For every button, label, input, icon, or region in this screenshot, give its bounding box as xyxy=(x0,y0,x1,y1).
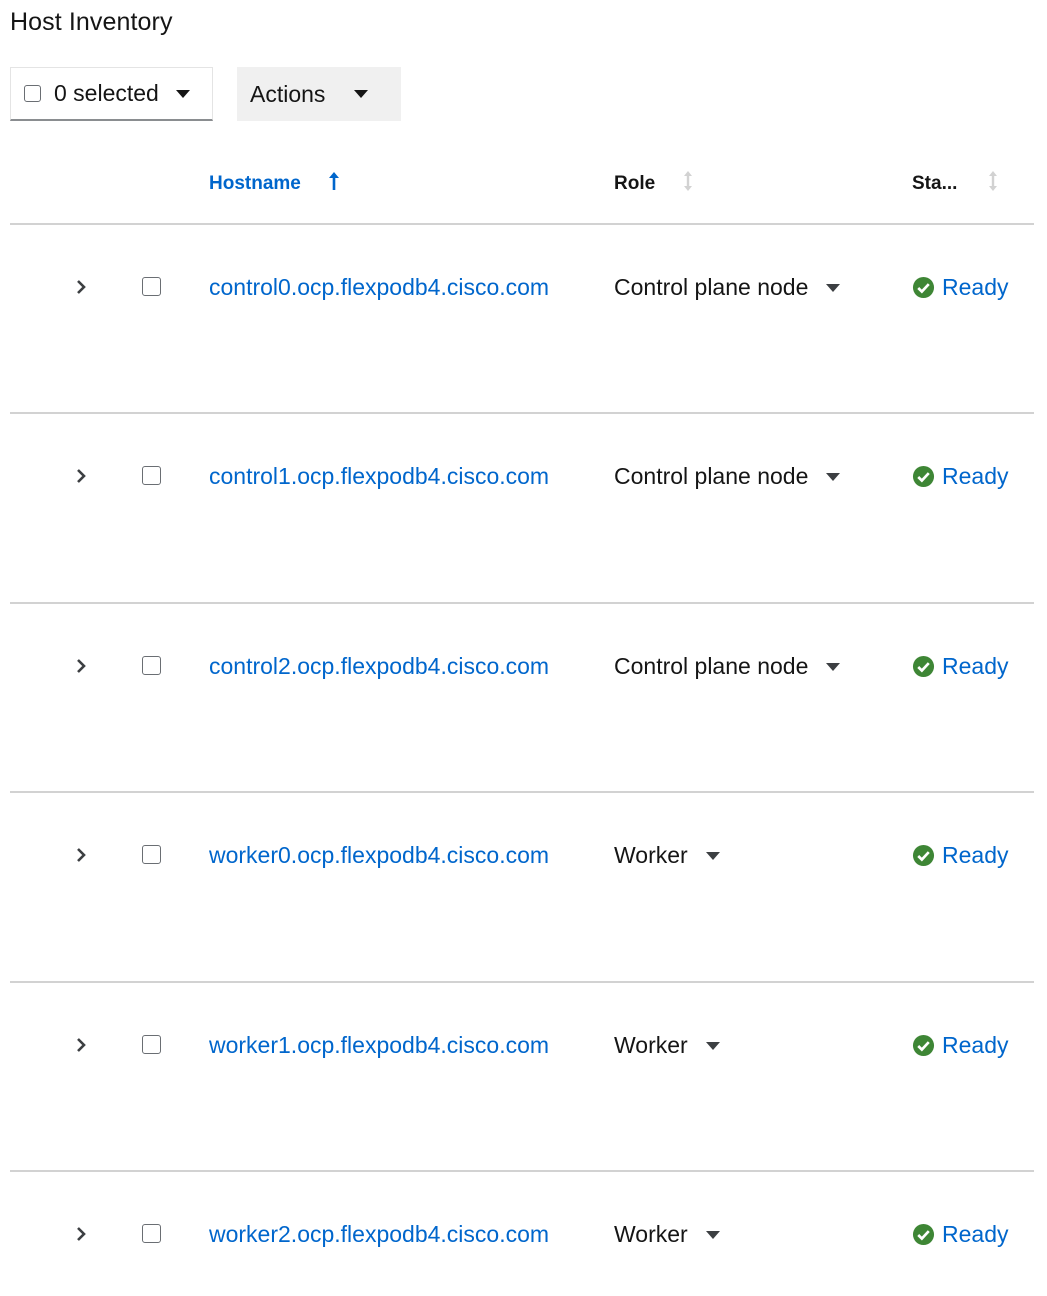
table-row: control1.ocp.flexpodb4.cisco.com Control… xyxy=(0,456,1047,496)
bulk-select-dropdown[interactable]: 0 selected xyxy=(10,67,213,121)
caret-down-icon xyxy=(826,662,841,671)
status-text: Ready xyxy=(942,463,1009,489)
column-header-role-label: Role xyxy=(614,173,656,194)
status-text: Ready xyxy=(942,1032,1009,1058)
caret-down-icon xyxy=(705,1041,720,1050)
bulk-select-label: 0 selected xyxy=(54,80,159,106)
chevron-right-icon[interactable] xyxy=(73,277,89,297)
table-divider xyxy=(10,602,1034,604)
column-header-status-label: Sta... xyxy=(912,173,958,194)
hostname-link[interactable]: worker1.ocp.flexpodb4.cisco.com xyxy=(209,1032,549,1059)
table-divider xyxy=(10,223,1034,225)
status-ready[interactable]: Ready xyxy=(912,653,1008,680)
select-all-checkbox[interactable] xyxy=(24,85,41,102)
chevron-right-icon[interactable] xyxy=(73,1035,89,1055)
column-header-hostname[interactable]: Hostname xyxy=(209,172,340,196)
caret-down-icon xyxy=(705,851,720,860)
status-text: Ready xyxy=(942,1221,1009,1247)
chevron-right-icon[interactable] xyxy=(73,656,89,676)
hostname-link[interactable]: worker2.ocp.flexpodb4.cisco.com xyxy=(209,1221,549,1248)
role-dropdown[interactable]: Control plane node xyxy=(614,274,841,301)
role-label: Worker xyxy=(614,1221,688,1247)
table-row: worker1.ocp.flexpodb4.cisco.com Worker R… xyxy=(0,1025,1047,1065)
actions-dropdown-button[interactable]: Actions xyxy=(237,67,401,121)
status-ready[interactable]: Ready xyxy=(912,842,1008,869)
role-label: Worker xyxy=(614,842,688,868)
row-checkbox[interactable] xyxy=(142,277,161,296)
row-checkbox[interactable] xyxy=(142,1224,161,1243)
role-dropdown[interactable]: Worker xyxy=(614,1221,720,1248)
hostname-link[interactable]: worker0.ocp.flexpodb4.cisco.com xyxy=(209,842,549,869)
actions-label: Actions xyxy=(250,80,326,107)
table-row: worker0.ocp.flexpodb4.cisco.com Worker R… xyxy=(0,835,1047,875)
role-dropdown[interactable]: Worker xyxy=(614,1032,720,1059)
table-divider xyxy=(10,791,1034,793)
role-label: Control plane node xyxy=(614,463,809,489)
caret-down-icon[interactable] xyxy=(175,89,190,98)
column-header-hostname-label: Hostname xyxy=(209,173,301,194)
chevron-right-icon[interactable] xyxy=(73,845,89,865)
role-dropdown[interactable]: Control plane node xyxy=(614,463,841,490)
table-row: control2.ocp.flexpodb4.cisco.com Control… xyxy=(0,646,1047,686)
check-circle-icon xyxy=(912,465,935,488)
role-dropdown[interactable]: Control plane node xyxy=(614,653,841,680)
chevron-right-icon[interactable] xyxy=(73,1224,89,1244)
check-circle-icon xyxy=(912,844,935,867)
role-label: Control plane node xyxy=(614,274,809,300)
column-header-status[interactable]: Sta... xyxy=(912,170,999,198)
status-ready[interactable]: Ready xyxy=(912,274,1008,301)
sort-arrows-icon xyxy=(682,170,694,198)
page-title: Host Inventory xyxy=(10,8,173,36)
row-checkbox[interactable] xyxy=(142,845,161,864)
caret-down-icon xyxy=(705,1230,720,1239)
caret-down-icon xyxy=(826,283,841,292)
hostname-link[interactable]: control0.ocp.flexpodb4.cisco.com xyxy=(209,274,549,301)
role-dropdown[interactable]: Worker xyxy=(614,842,720,869)
check-circle-icon xyxy=(912,276,935,299)
status-ready[interactable]: Ready xyxy=(912,1221,1008,1248)
table-row: worker2.ocp.flexpodb4.cisco.com Worker R… xyxy=(0,1214,1047,1254)
table-divider xyxy=(10,412,1034,414)
check-circle-icon xyxy=(912,655,935,678)
row-checkbox[interactable] xyxy=(142,466,161,485)
check-circle-icon xyxy=(912,1223,935,1246)
column-header-role[interactable]: Role xyxy=(614,170,694,198)
table-row: control0.ocp.flexpodb4.cisco.com Control… xyxy=(0,267,1047,307)
hostname-link[interactable]: control1.ocp.flexpodb4.cisco.com xyxy=(209,463,549,490)
row-checkbox[interactable] xyxy=(142,1035,161,1054)
caret-down-icon xyxy=(826,472,841,481)
status-text: Ready xyxy=(942,274,1009,300)
table-divider xyxy=(10,981,1034,983)
caret-down-icon xyxy=(354,90,369,98)
chevron-right-icon[interactable] xyxy=(73,466,89,486)
hostname-link[interactable]: control2.ocp.flexpodb4.cisco.com xyxy=(209,653,549,680)
role-label: Worker xyxy=(614,1032,688,1058)
status-ready[interactable]: Ready xyxy=(912,463,1008,490)
arrow-up-icon xyxy=(328,171,340,197)
role-label: Control plane node xyxy=(614,653,809,679)
check-circle-icon xyxy=(912,1034,935,1057)
row-checkbox[interactable] xyxy=(142,656,161,675)
status-text: Ready xyxy=(942,842,1009,868)
table-divider xyxy=(10,1170,1034,1172)
status-ready[interactable]: Ready xyxy=(912,1032,1008,1059)
sort-arrows-icon xyxy=(987,170,999,198)
status-text: Ready xyxy=(942,653,1009,679)
